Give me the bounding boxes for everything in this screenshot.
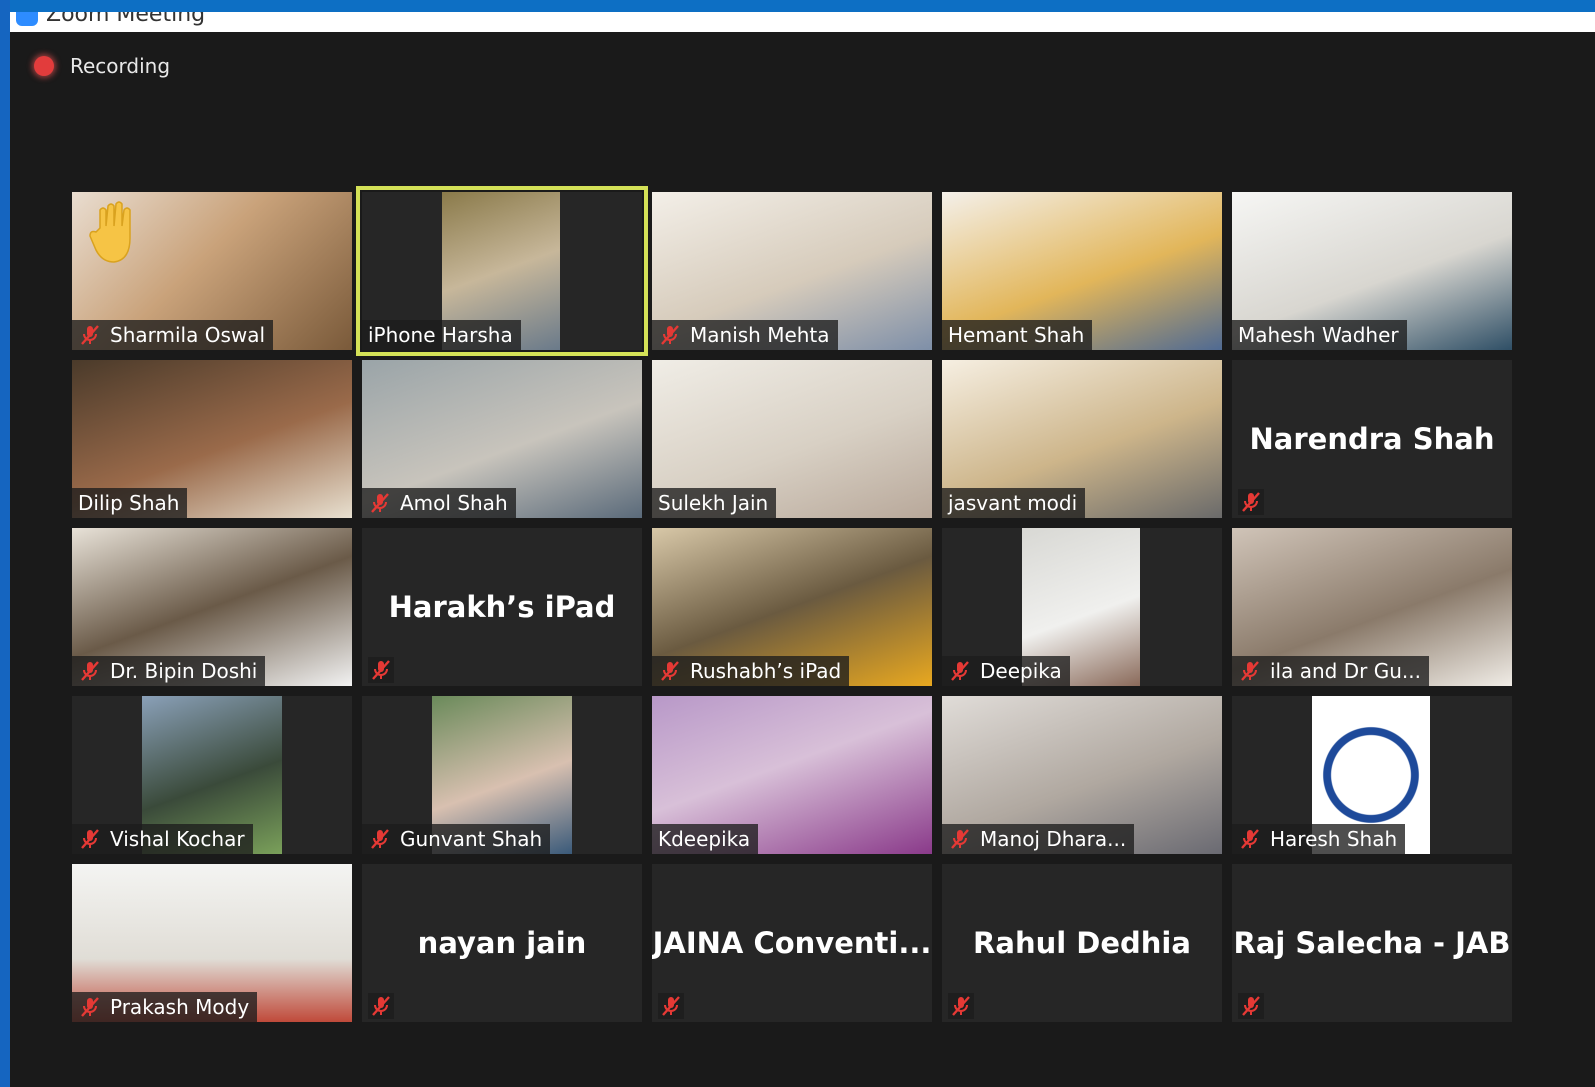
participant-name-bar: Deepika (942, 656, 1070, 686)
participant-name: Sharmila Oswal (110, 323, 266, 347)
raised-hand-icon (86, 198, 146, 268)
microphone-muted-icon (658, 659, 682, 683)
participant-name-bar: Kdeepika (652, 824, 759, 854)
participant-name-bar: iPhone Harsha (362, 320, 521, 350)
microphone-muted-icon (658, 323, 682, 347)
participant-tile[interactable]: Rushabh’s iPad (652, 528, 932, 686)
microphone-muted-icon (1238, 993, 1264, 1019)
participant-name: Dr. Bipin Doshi (110, 659, 258, 683)
microphone-muted-icon (78, 659, 102, 683)
participant-name-bar: Mahesh Wadher (1232, 320, 1407, 350)
participant-name-bar: Sharmila Oswal (72, 320, 274, 350)
microphone-muted-icon (1238, 659, 1262, 683)
participant-tile[interactable]: Kdeepika (652, 696, 932, 854)
participant-name: Raj Salecha - JAB (1233, 926, 1511, 960)
participant-tile[interactable]: Mahesh Wadher (1232, 192, 1512, 350)
recording-indicator[interactable]: Recording (34, 54, 170, 78)
participant-name-bar: Dilip Shah (72, 488, 188, 518)
participant-name: Dilip Shah (78, 491, 180, 515)
microphone-muted-icon (78, 323, 102, 347)
participant-tile[interactable]: jasvant modi (942, 360, 1222, 518)
window-title: Zoom Meeting (46, 12, 206, 27)
participant-name-bar: Amol Shah (362, 488, 516, 518)
recording-dot-icon (34, 56, 54, 76)
participant-name-bar: Prakash Mody (72, 992, 258, 1022)
participant-name-bar: ila and Dr Gu... (1232, 656, 1429, 686)
microphone-muted-icon (1238, 827, 1262, 851)
microphone-muted-icon (948, 659, 972, 683)
participant-name: Kdeepika (658, 827, 751, 851)
participant-name-bar: Gunvant Shah (362, 824, 551, 854)
participant-tile[interactable]: Prakash Mody (72, 864, 352, 1022)
participant-name: Mahesh Wadher (1238, 323, 1399, 347)
participant-name-bar: Haresh Shah (1232, 824, 1406, 854)
microphone-muted-icon (948, 993, 974, 1019)
participant-name: Sulekh Jain (658, 491, 769, 515)
microphone-muted-icon (948, 827, 972, 851)
participant-tile[interactable]: JAINA Conventi... (652, 864, 932, 1022)
participant-name: Deepika (980, 659, 1062, 683)
microphone-muted-icon (658, 993, 684, 1019)
participant-name: Manish Mehta (690, 323, 830, 347)
participant-name: JAINA Conventi... (652, 926, 932, 960)
microphone-muted-icon (368, 491, 392, 515)
participant-tile[interactable]: Haresh Shah (1232, 696, 1512, 854)
participant-name: nayan jain (417, 926, 587, 960)
participant-tile[interactable]: Hemant Shah (942, 192, 1222, 350)
participant-name: Manoj Dhara... (980, 827, 1127, 851)
participant-tile[interactable]: iPhone Harsha (356, 186, 648, 356)
zoom-app-icon (16, 12, 38, 26)
participant-tile[interactable]: Sulekh Jain (652, 360, 932, 518)
microphone-muted-icon (368, 657, 394, 683)
participant-name: Amol Shah (400, 491, 508, 515)
participant-name: Prakash Mody (110, 995, 250, 1019)
participant-tile[interactable]: Amol Shah (362, 360, 642, 518)
meeting-area: Recording Sharmila Oswal iPhone Harsha Man… (10, 32, 1595, 1087)
window-frame-left (0, 0, 10, 1087)
participant-name-bar: Manish Mehta (652, 320, 838, 350)
title-bar: Zoom Meeting (10, 12, 1595, 32)
microphone-muted-icon (368, 827, 392, 851)
participant-tile[interactable]: Raj Salecha - JAB (1232, 864, 1512, 1022)
participant-name: jasvant modi (948, 491, 1078, 515)
participant-tile[interactable]: Narendra Shah (1232, 360, 1512, 518)
participant-tile[interactable]: ila and Dr Gu... (1232, 528, 1512, 686)
participant-name: Vishal Kochar (110, 827, 245, 851)
participant-tile[interactable]: Dr. Bipin Doshi (72, 528, 352, 686)
participant-name: Rushabh’s iPad (690, 659, 842, 683)
window-frame-top (0, 0, 1595, 12)
participant-name-bar: Manoj Dhara... (942, 824, 1135, 854)
participant-tile[interactable]: nayan jain (362, 864, 642, 1022)
microphone-muted-icon (78, 827, 102, 851)
participant-name: Rahul Dedhia (973, 926, 1191, 960)
recording-label: Recording (70, 54, 171, 78)
microphone-muted-icon (78, 995, 102, 1019)
participant-name-bar: Rushabh’s iPad (652, 656, 850, 686)
participant-tile[interactable]: Manish Mehta (652, 192, 932, 350)
participant-tile[interactable]: Deepika (942, 528, 1222, 686)
participant-tile[interactable]: Vishal Kochar (72, 696, 352, 854)
participant-tile[interactable]: Rahul Dedhia (942, 864, 1222, 1022)
participant-name-bar: Dr. Bipin Doshi (72, 656, 266, 686)
participant-name: Haresh Shah (1270, 827, 1398, 851)
participant-name: Narendra Shah (1249, 422, 1495, 456)
participant-name: iPhone Harsha (368, 323, 513, 347)
microphone-muted-icon (368, 993, 394, 1019)
participant-name: Harakh’s iPad (388, 590, 616, 624)
participant-name: Hemant Shah (948, 323, 1085, 347)
microphone-muted-icon (1238, 489, 1264, 515)
participant-name-bar: jasvant modi (942, 488, 1086, 518)
participant-name-bar: Hemant Shah (942, 320, 1093, 350)
participant-name: ila and Dr Gu... (1270, 659, 1421, 683)
participant-name-bar: Vishal Kochar (72, 824, 253, 854)
participant-tile[interactable]: Dilip Shah (72, 360, 352, 518)
participant-tile[interactable]: Gunvant Shah (362, 696, 642, 854)
participant-tile[interactable]: Manoj Dhara... (942, 696, 1222, 854)
participant-tile[interactable]: Sharmila Oswal (72, 192, 352, 350)
participant-name-bar: Sulekh Jain (652, 488, 777, 518)
participant-name: Gunvant Shah (400, 827, 543, 851)
participant-tile[interactable]: Harakh’s iPad (362, 528, 642, 686)
